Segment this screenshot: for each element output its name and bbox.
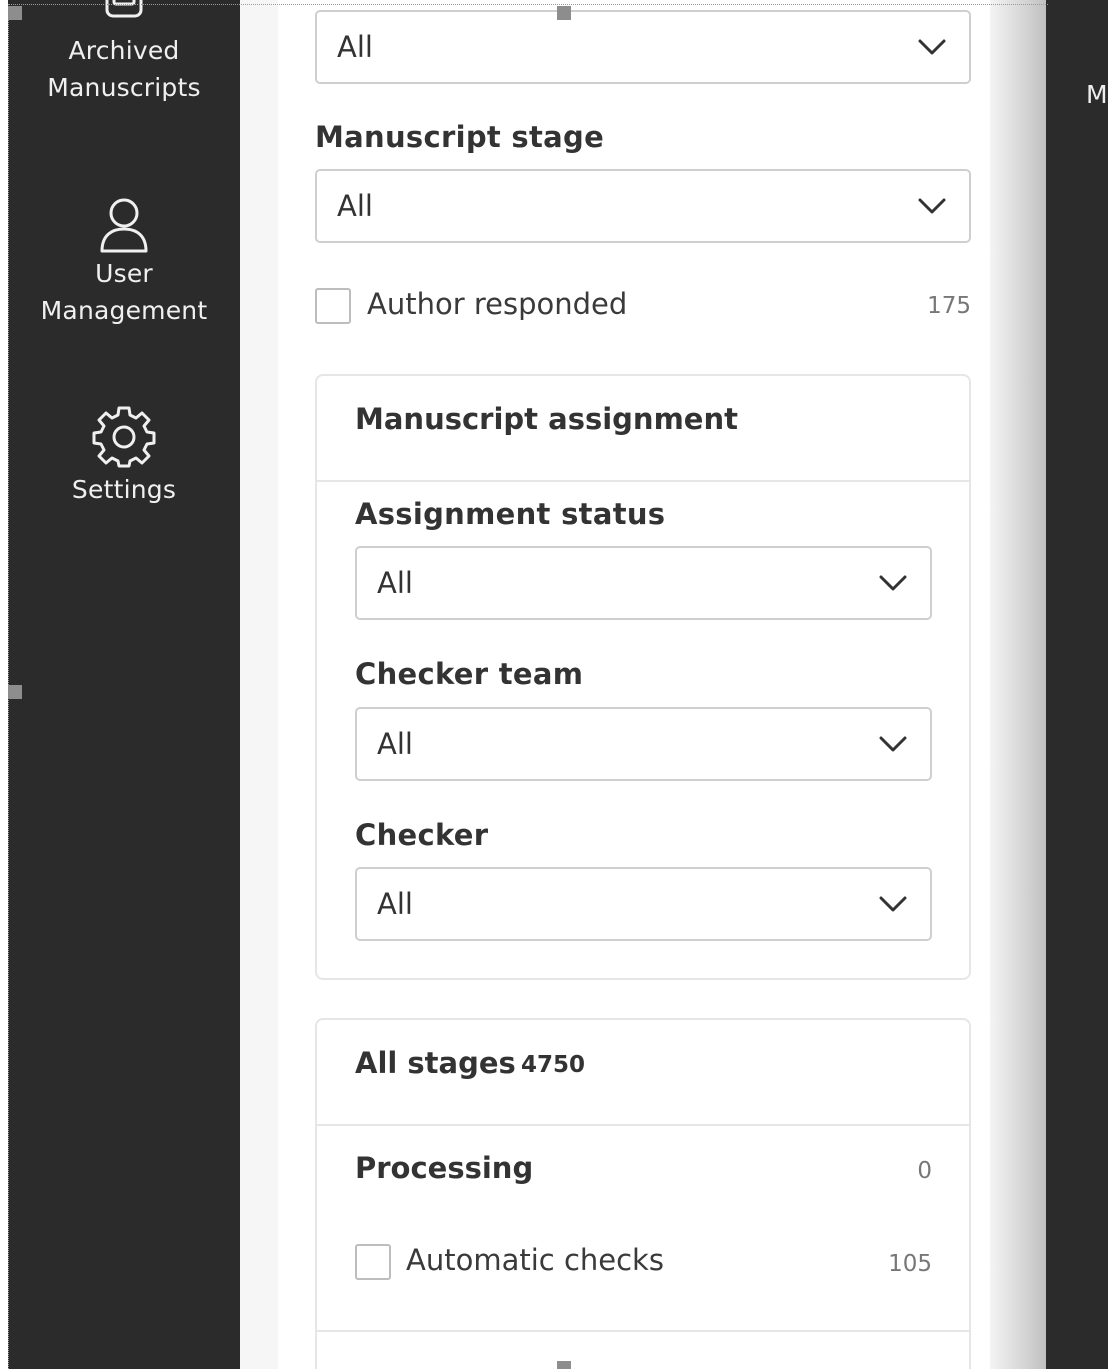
select-value: All: [377, 727, 413, 761]
selection-outline-top: [8, 4, 1048, 5]
chevron-down-icon: [879, 896, 907, 912]
resize-handle[interactable]: [557, 6, 571, 20]
chevron-down-icon: [879, 575, 907, 591]
resize-handle[interactable]: [8, 685, 22, 699]
select-value: All: [377, 566, 413, 600]
chevron-down-icon: [879, 736, 907, 752]
sidebar-item-label: User Management: [40, 259, 208, 325]
checker-label: Checker: [355, 818, 489, 852]
processing-label: Processing: [355, 1151, 534, 1185]
chevron-down-icon: [918, 39, 946, 55]
all-stages-total: 4750: [521, 1052, 586, 1078]
author-responded-count: 175: [927, 293, 971, 319]
sidebar: Archived Manuscripts User Management Set…: [8, 0, 240, 1369]
gear-icon: [92, 406, 156, 468]
divider: [317, 1330, 969, 1332]
checker-select[interactable]: All: [355, 867, 932, 941]
assignment-status-select[interactable]: All: [355, 546, 932, 620]
select-value: All: [337, 189, 373, 223]
automatic-checks-checkbox[interactable]: [355, 1244, 391, 1280]
right-region: [1046, 0, 1108, 1369]
user-icon: [100, 198, 148, 253]
processing-count: 0: [917, 1158, 932, 1184]
sidebar-item-user-management[interactable]: User Management: [8, 193, 240, 329]
chevron-down-icon: [918, 198, 946, 214]
sidebar-item-label: Archived Manuscripts: [47, 36, 201, 102]
author-responded-label: Author responded: [367, 287, 628, 321]
app-frame: Archived Manuscripts User Management Set…: [0, 0, 1108, 1369]
manuscript-stage-select[interactable]: All: [315, 169, 971, 243]
panel-shadow: [990, 0, 1048, 1369]
select-value: All: [337, 30, 373, 64]
assignment-status-label: Assignment status: [355, 497, 666, 531]
author-responded-checkbox[interactable]: [315, 288, 351, 324]
checker-team-select[interactable]: All: [355, 707, 932, 781]
automatic-checks-count: 105: [888, 1251, 932, 1277]
manuscript-stage-label: Manuscript stage: [315, 120, 605, 154]
sidebar-item-label: Settings: [71, 475, 177, 504]
sidebar-item-archived-manuscripts[interactable]: Archived Manuscripts: [8, 0, 240, 106]
select-value: All: [377, 887, 413, 921]
top-filter-select[interactable]: All: [315, 10, 971, 84]
manuscript-assignment-title: Manuscript assignment: [355, 402, 738, 436]
right-edge-text: M: [1086, 80, 1108, 109]
checker-team-label: Checker team: [355, 657, 584, 691]
automatic-checks-label: Automatic checks: [406, 1243, 664, 1277]
sidebar-item-settings[interactable]: Settings: [8, 405, 240, 508]
resize-handle[interactable]: [557, 1361, 571, 1369]
resize-handle[interactable]: [8, 6, 22, 20]
all-stages-title: All stages: [355, 1046, 516, 1080]
